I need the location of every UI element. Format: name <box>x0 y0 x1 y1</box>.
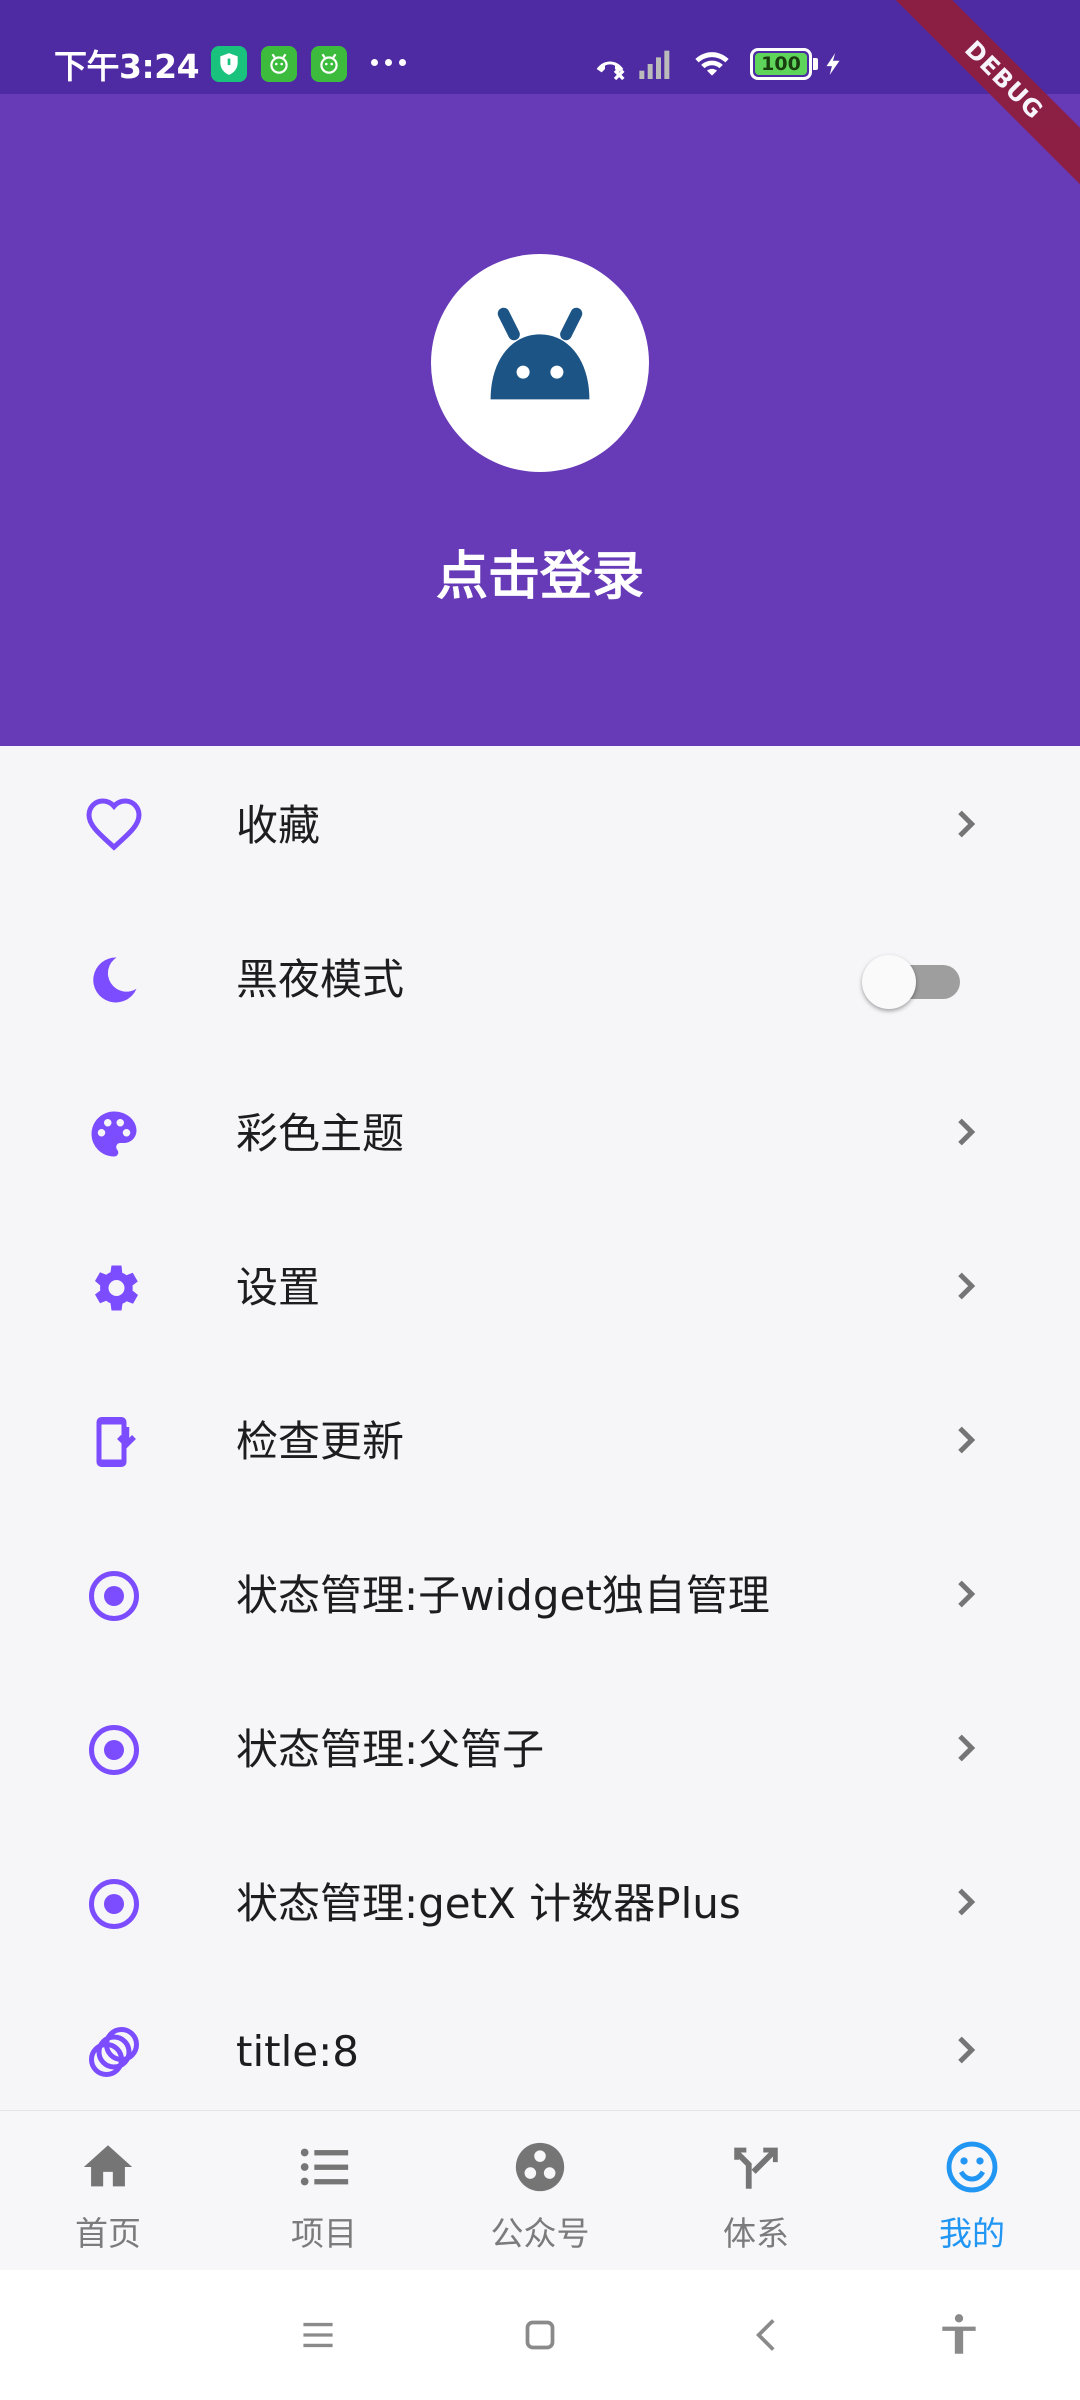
group-icon <box>508 2135 572 2199</box>
charging-icon <box>826 53 840 75</box>
home-button-icon[interactable] <box>515 2310 565 2360</box>
tab-projects[interactable]: 项目 <box>216 2111 432 2271</box>
chevron-right-icon <box>958 1272 976 1300</box>
accessibility-icon[interactable] <box>934 2310 984 2360</box>
tab-official-accounts[interactable]: 公众号 <box>432 2111 648 2271</box>
phone-download-icon <box>82 1410 146 1474</box>
battery-icon: 100 <box>750 48 812 80</box>
gear-icon <box>82 1256 146 1320</box>
chevron-right-icon <box>958 2036 976 2064</box>
tab-label: 项目 <box>291 2214 357 2253</box>
menu-item-color-theme[interactable]: 彩色主题 <box>0 1054 1080 1208</box>
menu-item-state-getx[interactable]: 状态管理:getX 计数器Plus <box>0 1824 1080 1978</box>
chevron-right-icon <box>958 810 976 838</box>
tab-label: 我的 <box>939 2214 1005 2253</box>
more-notifications-icon <box>371 59 406 66</box>
radio-button-icon <box>82 1718 146 1782</box>
tab-home[interactable]: 首页 <box>0 2111 216 2271</box>
heart-outline-icon <box>82 794 146 858</box>
menu-item-label: 收藏 <box>236 801 321 850</box>
merge-icon <box>724 2135 788 2199</box>
palette-icon <box>82 1102 146 1166</box>
android-app-icon <box>311 46 347 82</box>
shield-icon <box>211 46 247 82</box>
menu-icon[interactable] <box>293 2310 343 2360</box>
menu-item-state-child-widget[interactable]: 状态管理:子widget独自管理 <box>0 1516 1080 1670</box>
app-root: 下午3:24 100 DEBUG 点击登录 收藏 黑夜模式 彩色主题 设置 检查… <box>0 0 1080 2400</box>
android-app-icon <box>261 46 297 82</box>
tab-label: 首页 <box>75 2214 141 2253</box>
moon-icon <box>82 948 146 1012</box>
menu-item-label: 状态管理:父管子 <box>236 1725 545 1774</box>
call-muted-icon <box>596 61 625 81</box>
dark-mode-switch[interactable] <box>862 955 964 1009</box>
menu-item-label: title:8 <box>236 2027 359 2076</box>
signal-icon <box>639 50 670 79</box>
battery-tip <box>813 58 818 70</box>
tab-system[interactable]: 体系 <box>648 2111 864 2271</box>
menu-item-label: 设置 <box>236 1263 321 1312</box>
wifi-icon <box>695 52 729 76</box>
profile-header: 点击登录 <box>0 94 1080 746</box>
menu-item-label: 状态管理:子widget独自管理 <box>236 1571 770 1620</box>
bottom-navigation: 首页 项目 公众号 体系 我的 <box>0 2110 1080 2270</box>
status-time: 下午3:24 <box>54 47 200 86</box>
home-icon <box>76 2135 140 2199</box>
switch-knob <box>862 955 916 1009</box>
chevron-right-icon <box>958 1118 976 1146</box>
menu-item-settings[interactable]: 设置 <box>0 1208 1080 1362</box>
radio-button-icon <box>82 1564 146 1628</box>
tab-mine[interactable]: 我的 <box>864 2111 1080 2271</box>
menu-item-label: 彩色主题 <box>236 1109 405 1158</box>
radio-button-icon <box>82 1872 146 1936</box>
menu-item-label: 检查更新 <box>236 1417 405 1466</box>
chevron-right-icon <box>958 1426 976 1454</box>
smiley-icon <box>940 2135 1004 2199</box>
system-navigation-bar <box>0 2270 1080 2400</box>
menu-item-label: 黑夜模式 <box>236 955 405 1004</box>
chevron-right-icon <box>958 1580 976 1608</box>
circles-icon <box>82 2020 146 2084</box>
tab-label: 公众号 <box>490 2214 590 2253</box>
menu-item-title-8[interactable]: title:8 <box>0 1972 1080 2126</box>
chevron-right-icon <box>958 1734 976 1762</box>
menu-item-label: 状态管理:getX 计数器Plus <box>236 1879 741 1928</box>
android-icon <box>490 307 590 400</box>
tab-label: 体系 <box>723 2214 789 2253</box>
list-icon <box>292 2135 356 2199</box>
menu-item-state-parent[interactable]: 状态管理:父管子 <box>0 1670 1080 1824</box>
battery-level: 100 <box>755 53 807 75</box>
avatar[interactable] <box>431 254 649 472</box>
chevron-right-icon <box>958 1888 976 1916</box>
menu-item-check-update[interactable]: 检查更新 <box>0 1362 1080 1516</box>
login-prompt[interactable]: 点击登录 <box>0 534 1080 609</box>
menu-item-favorites[interactable]: 收藏 <box>0 746 1080 900</box>
back-icon[interactable] <box>742 2310 792 2360</box>
menu-item-dark-mode[interactable]: 黑夜模式 <box>0 900 1080 1054</box>
